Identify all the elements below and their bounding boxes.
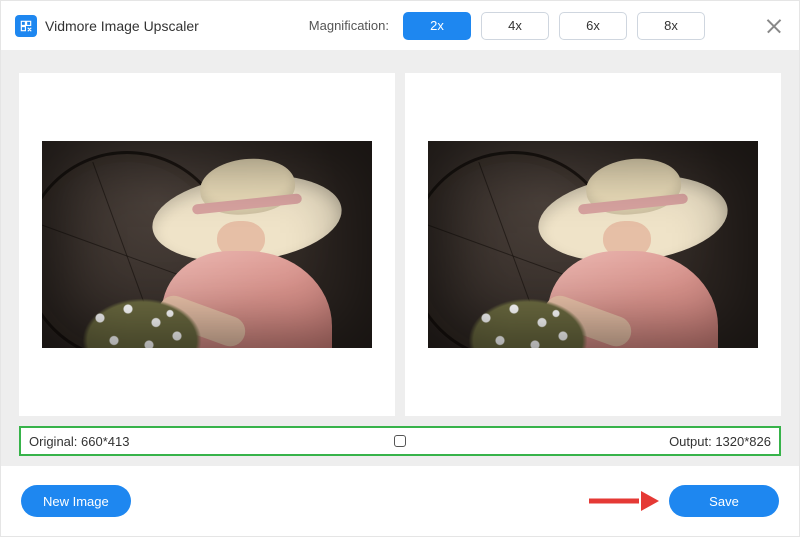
compare-checkbox[interactable] [394, 435, 406, 447]
magnification-label: Magnification: [309, 18, 389, 33]
original-resolution-label: Original: [29, 434, 77, 449]
original-resolution: Original: 660*413 [29, 434, 130, 449]
output-image [428, 141, 758, 348]
output-resolution-value: 1320*826 [715, 434, 771, 449]
magnification-group: 2x 4x 6x 8x [403, 12, 705, 40]
original-image [42, 141, 372, 348]
magnification-option-4x[interactable]: 4x [481, 12, 549, 40]
preview-panels [19, 73, 781, 416]
preview-area: Original: 660*413 Output: 1320*826 [1, 51, 799, 466]
new-image-button[interactable]: New Image [21, 485, 131, 517]
output-resolution: Output: 1320*826 [669, 434, 771, 449]
footer-bar: New Image Save [1, 466, 799, 536]
magnification-option-6x[interactable]: 6x [559, 12, 627, 40]
close-icon[interactable] [763, 15, 785, 37]
magnification-option-8x[interactable]: 8x [637, 12, 705, 40]
save-button[interactable]: Save [669, 485, 779, 517]
app-window: Vidmore Image Upscaler Magnification: 2x… [0, 0, 800, 537]
original-panel [19, 73, 395, 416]
app-logo-icon [15, 15, 37, 37]
magnification-option-2x[interactable]: 2x [403, 12, 471, 40]
header-bar: Vidmore Image Upscaler Magnification: 2x… [1, 1, 799, 51]
output-resolution-label: Output: [669, 434, 712, 449]
output-panel [405, 73, 781, 416]
original-resolution-value: 660*413 [81, 434, 129, 449]
app-title: Vidmore Image Upscaler [45, 18, 199, 34]
annotation-arrow-icon [589, 491, 659, 511]
resolution-status-bar: Original: 660*413 Output: 1320*826 [19, 426, 781, 456]
